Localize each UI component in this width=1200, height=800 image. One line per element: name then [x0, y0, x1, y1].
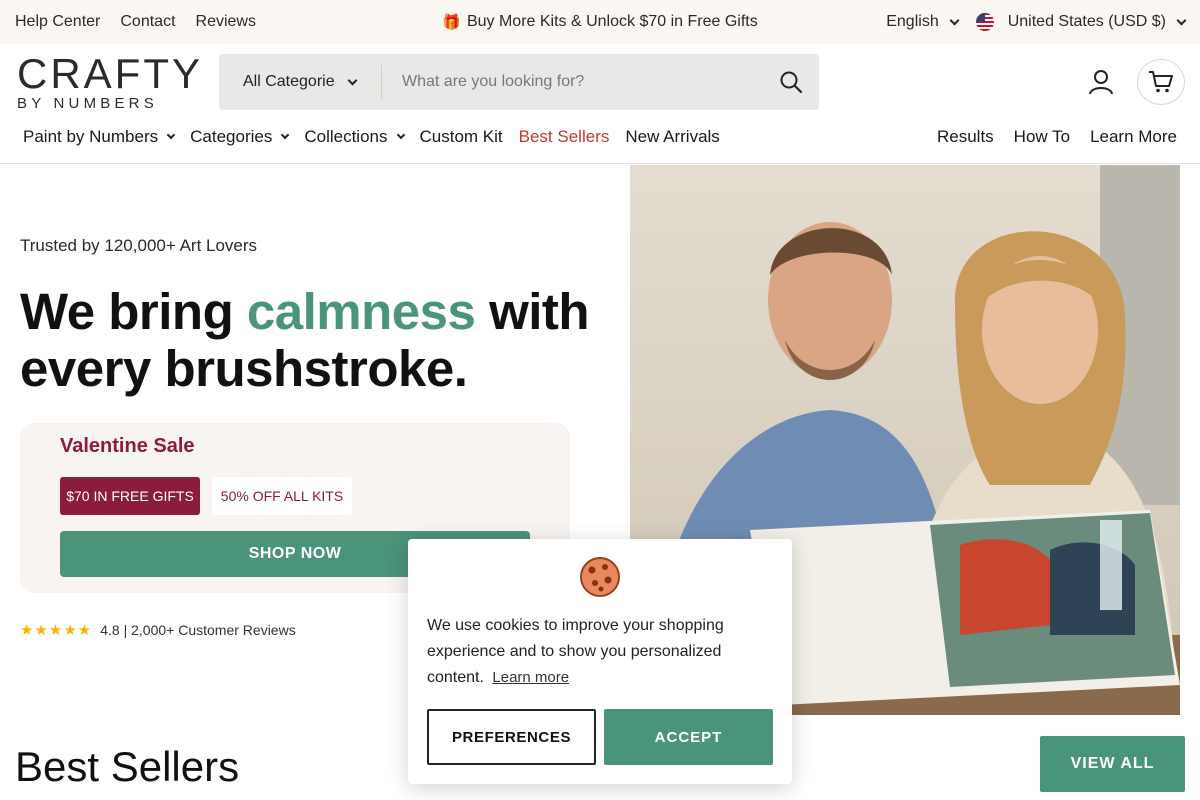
- nav-item-paint-by-numbers[interactable]: Paint by Numbers: [23, 127, 176, 147]
- cookie-icon: [580, 557, 620, 597]
- logo-main: CRAFTY: [17, 50, 203, 97]
- cookie-consent-dialog: We use cookies to improve your shopping …: [408, 539, 792, 784]
- nav-item-best-sellers[interactable]: Best Sellers: [519, 127, 610, 147]
- announcement-bar: Help Center Contact Reviews 🎁 Buy More K…: [0, 0, 1200, 44]
- chevron-down-icon: [396, 130, 405, 140]
- sale-title: Valentine Sale: [60, 435, 195, 457]
- search-category-dropdown[interactable]: All Categorie: [219, 65, 382, 99]
- currency-label: United States (USD $): [1007, 13, 1166, 30]
- chevron-down-icon: [281, 130, 290, 140]
- nav-item-custom-kit[interactable]: Custom Kit: [420, 127, 503, 147]
- chevron-down-icon: [166, 130, 176, 140]
- free-gifts-badge: $70 IN FREE GIFTS: [60, 477, 200, 515]
- cookie-text: We use cookies to improve your shopping …: [427, 617, 724, 686]
- rating-summary: ★★★★★ 4.8 | 2,000+ Customer Reviews: [20, 621, 296, 639]
- help-center-link[interactable]: Help Center: [15, 13, 100, 31]
- cart-icon: [1149, 71, 1173, 93]
- nav-item-new-arrivals[interactable]: New Arrivals: [625, 127, 719, 147]
- utility-links: Help Center Contact Reviews: [15, 0, 256, 44]
- chevron-down-icon: [347, 75, 358, 85]
- user-icon: [1089, 70, 1113, 95]
- search-button[interactable]: [763, 54, 819, 110]
- promo-text[interactable]: Buy More Kits & Unlock $70 in Free Gifts: [467, 13, 758, 31]
- accept-button[interactable]: ACCEPT: [604, 709, 773, 765]
- site-logo[interactable]: CRAFTY BY NUMBERS: [17, 50, 203, 113]
- section-title: Best Sellers: [15, 743, 240, 790]
- chevron-down-icon: [1176, 15, 1187, 25]
- gift-icon: 🎁: [442, 14, 461, 31]
- contact-link[interactable]: Contact: [120, 13, 175, 31]
- nav-label: Paint by Numbers: [23, 127, 159, 146]
- headline-accent: calmness: [246, 283, 476, 340]
- locale-selectors: English United States (USD $): [886, 0, 1187, 44]
- search-category-label: All Categorie: [243, 73, 335, 90]
- trusted-tagline: Trusted by 120,000+ Art Lovers: [20, 236, 258, 255]
- currency-selector[interactable]: United States (USD $): [975, 13, 1187, 31]
- search-icon: [780, 71, 803, 94]
- nav-label: Collections: [304, 127, 388, 146]
- learn-more-link[interactable]: Learn more: [492, 669, 569, 686]
- nav-item-how-to[interactable]: How To: [1014, 127, 1070, 147]
- headline-part: We bring: [20, 283, 247, 340]
- chevron-down-icon: [949, 15, 960, 25]
- star-rating-icon: ★★★★★: [20, 622, 93, 639]
- hero-headline: We bring calmness with every brushstroke…: [20, 283, 620, 397]
- nav-label: Categories: [190, 127, 273, 146]
- us-flag-icon: [975, 13, 994, 31]
- main-nav: Paint by Numbers Categories Collections …: [0, 116, 1200, 164]
- language-label: English: [886, 13, 939, 30]
- nav-item-collections[interactable]: Collections: [304, 127, 405, 147]
- rating-text[interactable]: 4.8 | 2,000+ Customer Reviews: [100, 622, 295, 638]
- nav-item-categories[interactable]: Categories: [190, 127, 290, 147]
- nav-item-learn-more[interactable]: Learn More: [1090, 127, 1177, 147]
- logo-sub: BY NUMBERS: [17, 95, 158, 112]
- discount-badge: 50% OFF ALL KITS: [212, 477, 352, 515]
- cart-button[interactable]: [1137, 59, 1185, 105]
- view-all-button[interactable]: VIEW ALL: [1040, 736, 1185, 792]
- reviews-link[interactable]: Reviews: [196, 13, 256, 31]
- language-selector[interactable]: English: [886, 13, 960, 31]
- preferences-button[interactable]: PREFERENCES: [427, 709, 596, 765]
- search-bar: All Categorie: [219, 54, 819, 110]
- search-input[interactable]: [382, 54, 763, 110]
- cookie-message: We use cookies to improve your shopping …: [427, 613, 767, 691]
- nav-item-results[interactable]: Results: [937, 127, 994, 147]
- account-button[interactable]: [1086, 67, 1116, 97]
